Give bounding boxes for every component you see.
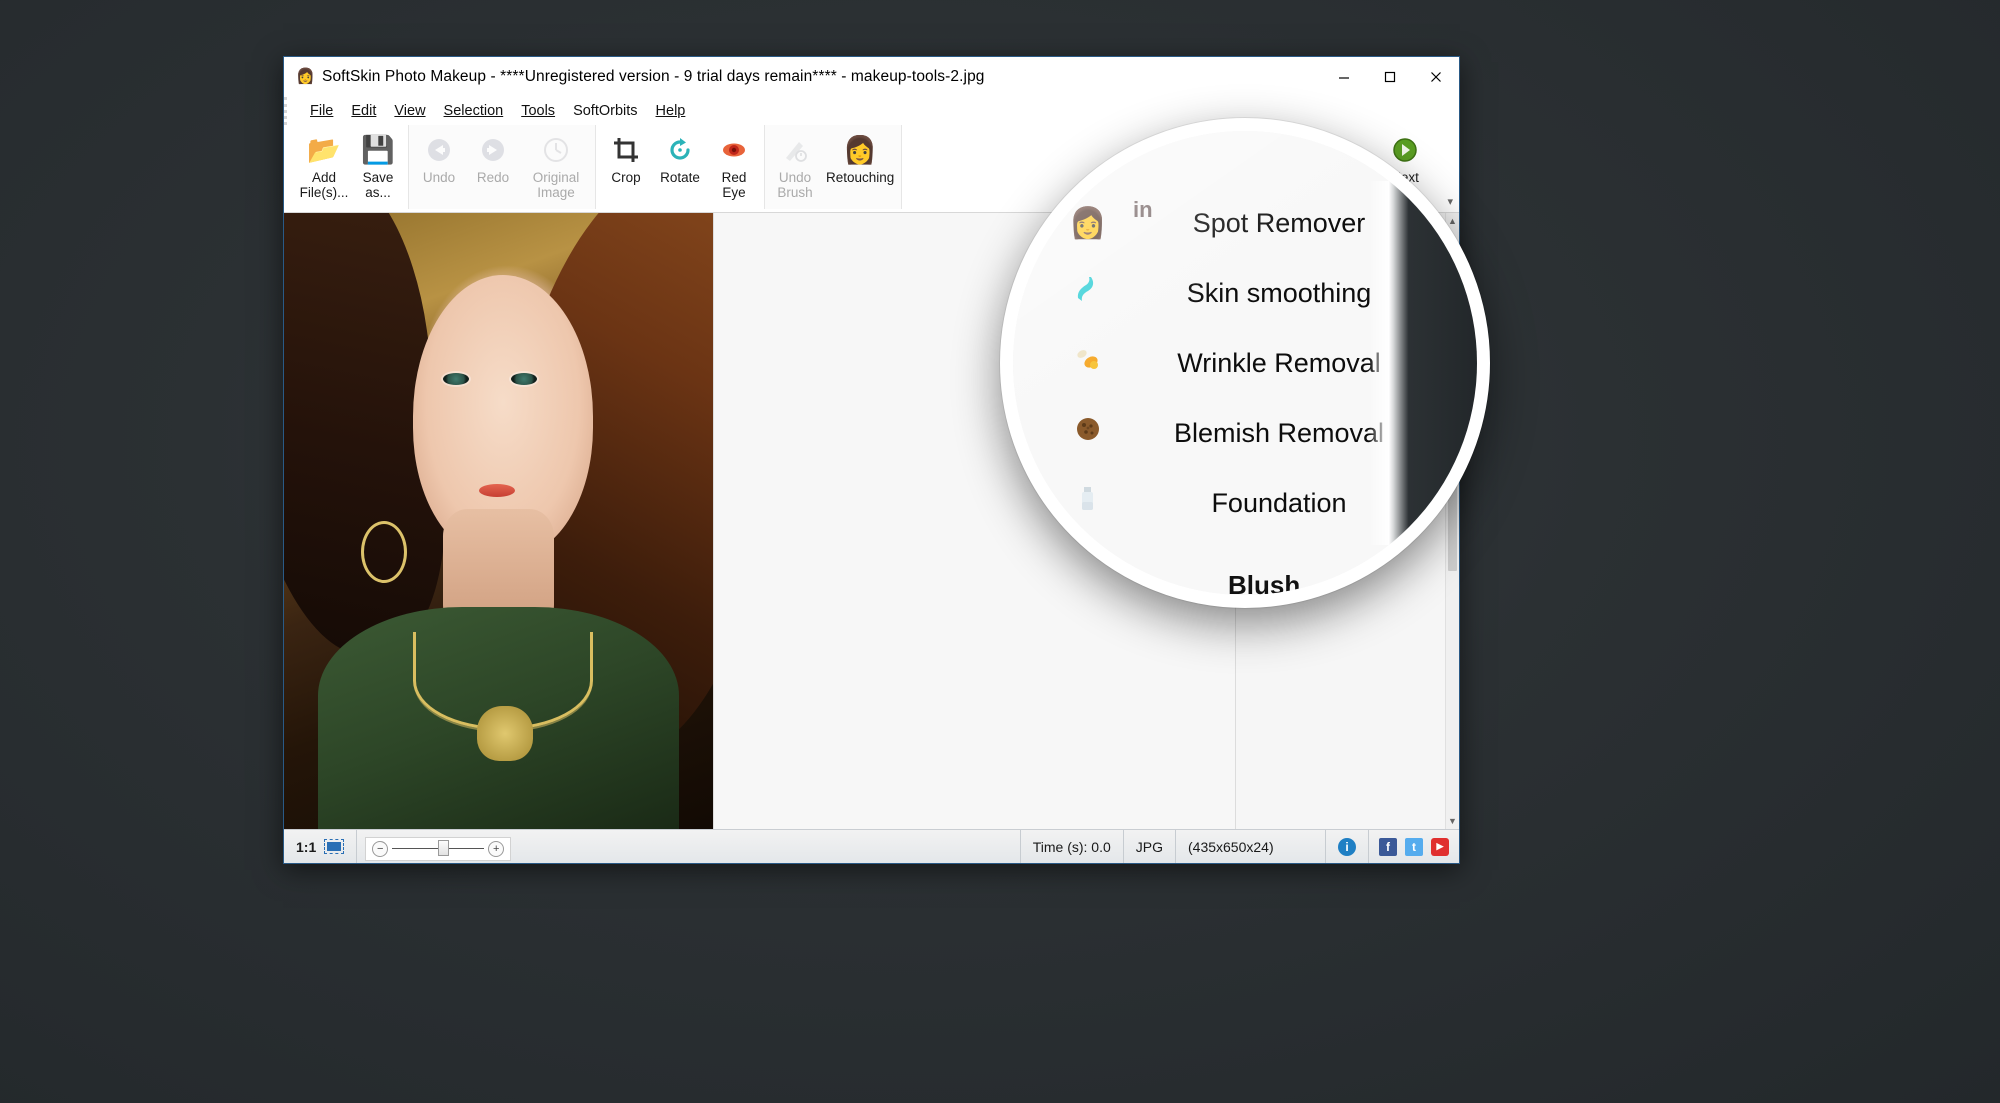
zoom-out-button[interactable]: − bbox=[372, 840, 389, 857]
add-files-button[interactable]: 📂 Add File(s)... bbox=[297, 125, 351, 200]
crop-button[interactable]: Crop bbox=[599, 125, 653, 185]
zoom-slider[interactable]: − + bbox=[365, 836, 512, 861]
toolbar-group-history: Undo Redo Original Image bbox=[408, 125, 596, 209]
menu-view-label: View bbox=[394, 103, 426, 119]
scroll-down-icon[interactable]: ▼ bbox=[1446, 816, 1459, 826]
zoom-slider-knob[interactable] bbox=[438, 840, 450, 856]
save-as-label-line2: as... bbox=[365, 185, 391, 200]
toolbar-group-transform: Crop Rotate Red Eye bbox=[596, 125, 764, 209]
foundation-bottle-icon bbox=[1065, 484, 1111, 522]
menu-selection-label: Selection bbox=[443, 103, 504, 119]
original-image-button[interactable]: Original Image bbox=[520, 125, 592, 200]
retouching-label: Retouching bbox=[826, 170, 895, 185]
undo-arrow-icon bbox=[424, 133, 454, 167]
redo-button[interactable]: Redo bbox=[466, 125, 520, 185]
app-woman-icon: 👩 bbox=[296, 68, 315, 85]
title-bar: 👩 SoftSkin Photo Makeup - ****Unregister… bbox=[284, 57, 1459, 97]
redo-arrow-icon bbox=[478, 133, 508, 167]
retouching-woman-icon: 👩 bbox=[843, 135, 877, 165]
menu-edit[interactable]: Edit bbox=[342, 101, 385, 121]
zoom-ratio-label: 1:1 bbox=[296, 838, 317, 855]
maximize-button[interactable] bbox=[1367, 57, 1413, 97]
minimize-button[interactable] bbox=[1321, 57, 1367, 97]
wrinkle-removal-icon bbox=[1065, 344, 1111, 382]
photo-pendant bbox=[477, 705, 533, 762]
crop-label: Crop bbox=[611, 170, 641, 185]
menu-file-label: File bbox=[310, 103, 334, 119]
red-eye-label-line1: Red bbox=[721, 170, 747, 185]
menu-tools[interactable]: Tools bbox=[512, 101, 564, 121]
save-as-label-line1: Save bbox=[362, 170, 394, 185]
menu-selection[interactable]: Selection bbox=[435, 101, 513, 121]
image-canvas[interactable] bbox=[284, 213, 714, 829]
menu-tools-label: Tools bbox=[521, 103, 556, 119]
toolbar-group-brush: Undo Brush 👩 Retouching bbox=[764, 125, 903, 209]
magnified-partial-section-skin: in bbox=[1133, 197, 1153, 222]
red-eye-label-line2: Eye bbox=[722, 185, 746, 200]
add-files-label-line1: Add bbox=[311, 170, 337, 185]
save-as-button[interactable]: 💾 Save as... bbox=[351, 125, 405, 200]
magnifier-edge-shadow bbox=[1369, 181, 1477, 545]
menu-softorbits[interactable]: SoftOrbits bbox=[564, 101, 646, 121]
zoom-slider-track[interactable] bbox=[392, 840, 485, 856]
processing-time-cell: Time (s): 0.0 bbox=[1021, 830, 1124, 863]
floppy-disk-icon: 💾 bbox=[361, 135, 395, 165]
rotate-label: Rotate bbox=[660, 170, 700, 185]
spot-remover-woman-icon: 👩 bbox=[1069, 206, 1107, 240]
social-links: f t ▶ bbox=[1369, 830, 1459, 863]
menu-view[interactable]: View bbox=[385, 101, 434, 121]
menu-help[interactable]: Help bbox=[647, 101, 695, 121]
zoom-slider-cell: − + bbox=[357, 830, 1021, 863]
menu-file[interactable]: File bbox=[301, 101, 342, 121]
original-image-label-line1: Original bbox=[532, 170, 580, 185]
redo-label: Redo bbox=[476, 170, 510, 185]
original-image-label-line2: Image bbox=[537, 185, 575, 200]
photo-earring bbox=[361, 521, 408, 583]
skin-smoothing-icon bbox=[1065, 274, 1111, 312]
toolbar-group-file: 📂 Add File(s)... 💾 Save as... bbox=[294, 125, 408, 209]
window-title: SoftSkin Photo Makeup - ****Unregistered… bbox=[322, 68, 985, 85]
portrait-photo bbox=[284, 213, 713, 829]
menu-edit-label: Edit bbox=[351, 103, 377, 119]
magnifier-lens: 👩 Spot Remover Skin smoothing Wrinkle Re… bbox=[1000, 118, 1490, 608]
youtube-icon[interactable]: ▶ bbox=[1431, 837, 1449, 856]
photo-eye-left bbox=[442, 373, 469, 386]
retouching-button[interactable]: 👩 Retouching bbox=[822, 125, 898, 185]
image-dimensions-cell: (435x650x24) bbox=[1176, 830, 1326, 863]
menu-help-label: Help bbox=[655, 103, 686, 119]
zoom-in-button[interactable]: + bbox=[488, 840, 505, 857]
zoom-ratio-cell[interactable]: 1:1 bbox=[284, 830, 358, 863]
rotate-button[interactable]: Rotate bbox=[653, 125, 707, 185]
magnified-partial-section-blush: Blush bbox=[1228, 570, 1301, 600]
open-folder-icon: 📂 bbox=[307, 135, 341, 165]
info-icon[interactable]: i bbox=[1338, 837, 1356, 856]
window-controls bbox=[1321, 57, 1459, 97]
undo-brush-icon bbox=[781, 133, 809, 167]
file-format-cell: JPG bbox=[1124, 830, 1176, 863]
fit-to-window-icon[interactable] bbox=[324, 839, 345, 854]
undo-brush-label-line2: Brush bbox=[777, 185, 813, 200]
blemish-removal-icon bbox=[1065, 414, 1111, 452]
red-eye-icon bbox=[720, 133, 748, 167]
undo-button[interactable]: Undo bbox=[412, 125, 466, 185]
rotate-cw-icon bbox=[666, 133, 694, 167]
crop-icon bbox=[612, 133, 640, 167]
clock-history-icon bbox=[541, 133, 571, 167]
close-button[interactable] bbox=[1413, 57, 1459, 97]
red-eye-button[interactable]: Red Eye bbox=[707, 125, 761, 200]
undo-brush-label-line1: Undo bbox=[778, 170, 812, 185]
undo-label: Undo bbox=[422, 170, 456, 185]
status-bar: 1:1 − + Time (s): 0.0 JPG (435x650x24) i… bbox=[284, 829, 1459, 863]
twitter-icon[interactable]: t bbox=[1405, 837, 1423, 856]
undo-brush-button[interactable]: Undo Brush bbox=[768, 125, 822, 200]
info-cell[interactable]: i bbox=[1326, 830, 1369, 863]
add-files-label-line2: File(s)... bbox=[299, 185, 349, 200]
facebook-icon[interactable]: f bbox=[1379, 837, 1397, 856]
